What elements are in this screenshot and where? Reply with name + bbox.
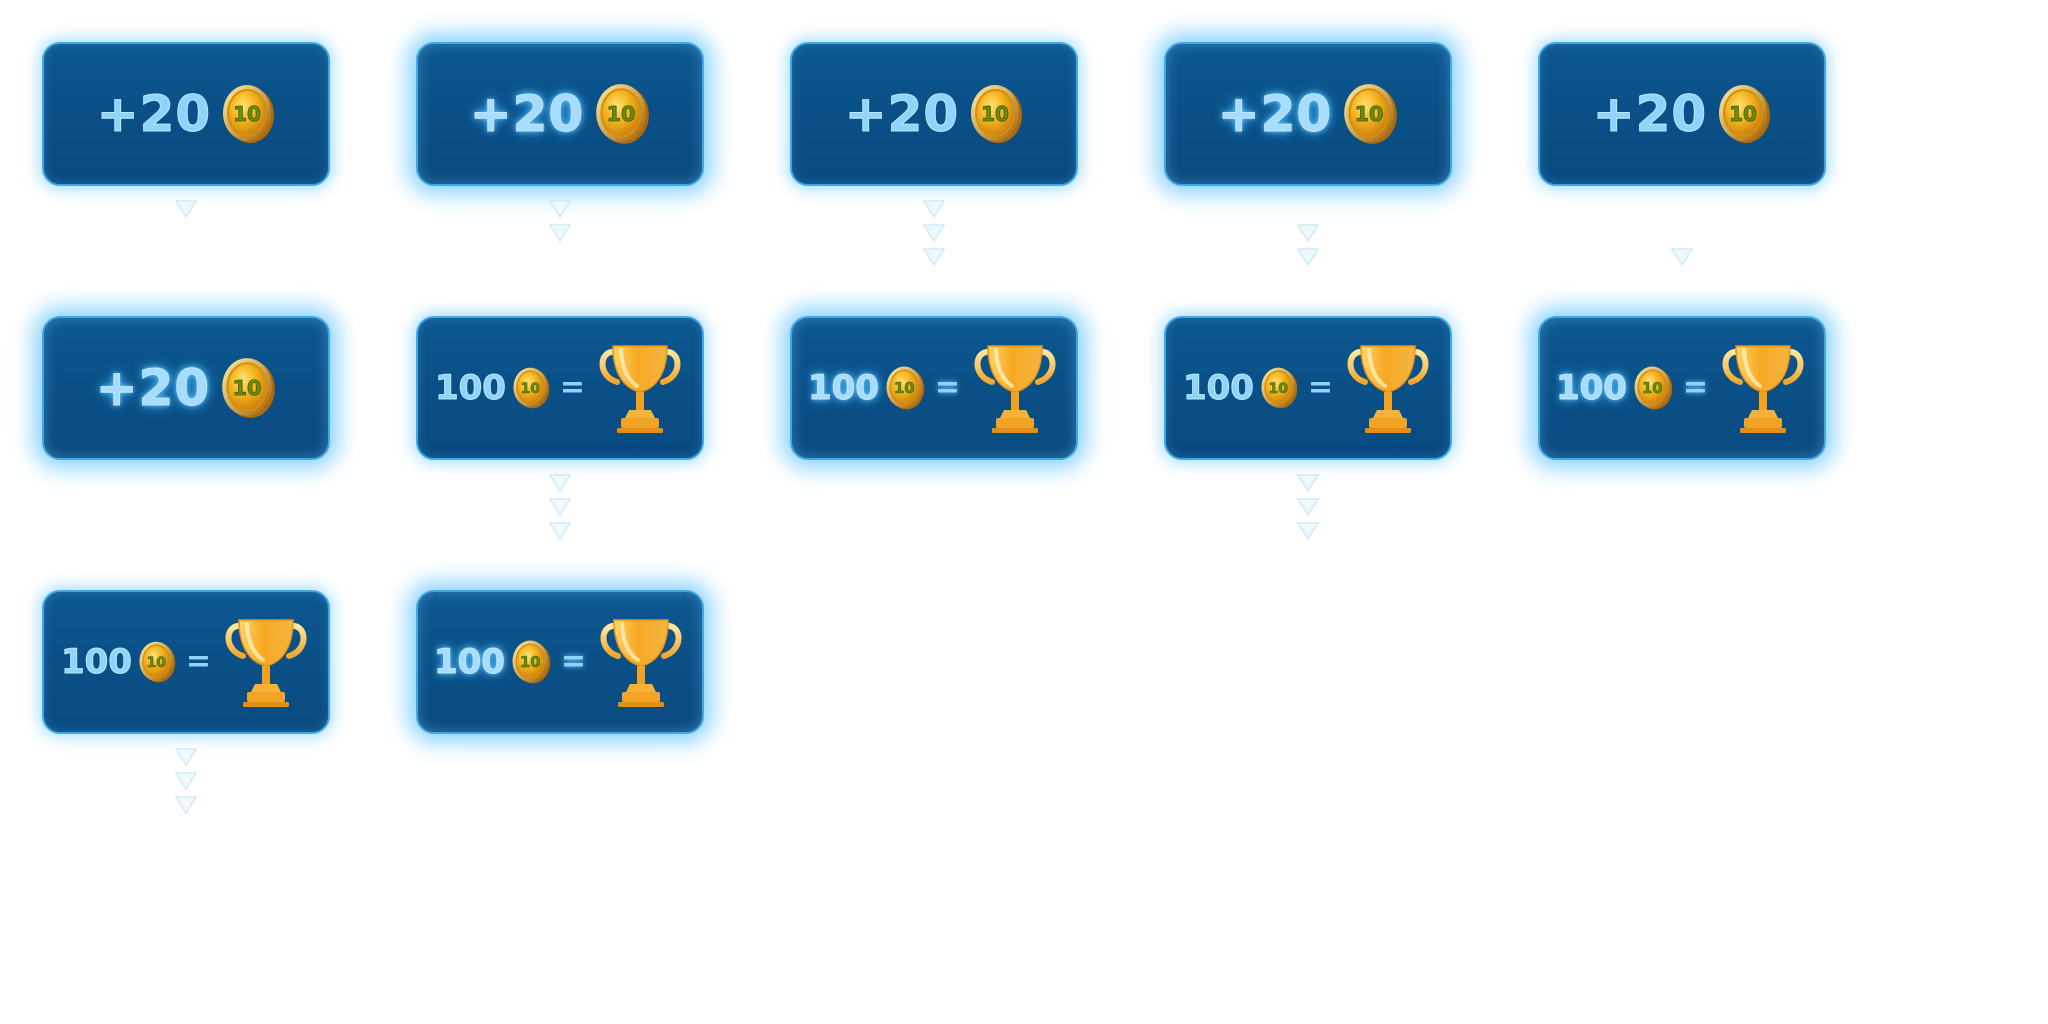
equals-sign: = [560, 644, 587, 679]
trophy-icon [595, 342, 685, 434]
reward-card-button[interactable]: +20 [416, 42, 704, 186]
coin-cost: 100 [434, 368, 506, 408]
down-arrow-icon [1297, 224, 1319, 242]
reward-amount: +20 [1217, 85, 1333, 143]
trophy-icon [221, 616, 311, 708]
reward-tile-5: +20 [1538, 42, 1826, 186]
down-arrow-icon [175, 796, 197, 814]
coin-icon [512, 366, 550, 410]
trophy-icon [1343, 342, 1433, 434]
reward-amount: +20 [469, 85, 585, 143]
exchange-tile-5: 100 = [42, 590, 330, 734]
coin-cost: 100 [60, 642, 132, 682]
coin-icon [885, 365, 925, 411]
equals-sign: = [559, 370, 586, 405]
reward-amount: +20 [96, 85, 212, 143]
exchange-tile-3: 100 = [1164, 316, 1452, 460]
coin-icon [970, 84, 1024, 144]
down-arrow-icon [175, 772, 197, 790]
exchange-card-button[interactable]: 100 = [1538, 316, 1826, 460]
coin-icon [511, 639, 551, 685]
reward-amount: +20 [1592, 85, 1708, 143]
coin-icon [138, 640, 176, 684]
arrow-stack [416, 472, 704, 544]
down-arrow-icon [549, 200, 571, 218]
equals-sign: = [185, 644, 212, 679]
coin-cost: 100 [807, 368, 879, 408]
reward-amount: +20 [844, 85, 960, 143]
reward-card-button[interactable]: +20 [1538, 42, 1826, 186]
coin-cost: 100 [1182, 368, 1254, 408]
exchange-tile-4: 100 = [1538, 316, 1826, 460]
exchange-card-button[interactable]: 100 = [416, 590, 704, 734]
trophy-icon [970, 342, 1060, 434]
reward-tile-2: +20 [416, 42, 704, 186]
equals-sign: = [934, 370, 961, 405]
coin-icon [595, 83, 651, 145]
down-arrow-icon [1297, 522, 1319, 540]
exchange-card-button[interactable]: 100 = [790, 316, 1078, 460]
down-arrow-icon [1297, 474, 1319, 492]
down-arrow-icon [923, 248, 945, 266]
coin-icon [1260, 366, 1298, 410]
down-arrow-icon [923, 200, 945, 218]
exchange-tile-6: 100 = [416, 590, 704, 734]
down-arrow-icon [175, 200, 197, 218]
reward-card-button[interactable]: +20 [790, 42, 1078, 186]
coin-icon [1718, 84, 1772, 144]
arrow-stack [790, 198, 1078, 270]
reward-card-button[interactable]: +20 [1164, 42, 1452, 186]
exchange-card-button[interactable]: 100 = [416, 316, 704, 460]
down-arrow-icon [1297, 498, 1319, 516]
exchange-card-button[interactable]: 100 = [42, 590, 330, 734]
exchange-tile-2: 100 = [790, 316, 1078, 460]
trophy-icon [1718, 342, 1808, 434]
reward-tile-4: +20 [1164, 42, 1452, 186]
exchange-tile-1: 100 = [416, 316, 704, 460]
equals-sign: = [1682, 370, 1709, 405]
down-arrow-icon [923, 224, 945, 242]
down-arrow-icon [549, 224, 571, 242]
down-arrow-icon [175, 748, 197, 766]
reward-tile-1: +20 [42, 42, 330, 186]
reward-card-button[interactable]: +20 [42, 316, 330, 460]
equals-sign: = [1307, 370, 1334, 405]
arrow-stack [42, 746, 330, 818]
reward-card-button[interactable]: +20 [42, 42, 330, 186]
coin-icon [222, 84, 276, 144]
arrow-stack [42, 198, 330, 222]
arrow-stack [1538, 246, 1826, 270]
reward-tile-3: +20 [790, 42, 1078, 186]
arrow-stack [416, 198, 704, 246]
down-arrow-icon [1671, 248, 1693, 266]
coin-icon [221, 357, 277, 419]
arrow-stack [1164, 222, 1452, 270]
coin-icon [1633, 365, 1673, 411]
arrow-stack [1164, 472, 1452, 544]
sprite-sheet: +20 +20 +20 +20 +20 +20 100 = 100 = 100 … [0, 0, 2048, 1024]
down-arrow-icon [549, 474, 571, 492]
down-arrow-icon [1297, 248, 1319, 266]
down-arrow-icon [549, 522, 571, 540]
coin-cost: 100 [433, 642, 505, 682]
exchange-card-button[interactable]: 100 = [1164, 316, 1452, 460]
coin-icon [1343, 83, 1399, 145]
reward-tile-6: +20 [42, 316, 330, 460]
coin-cost: 100 [1555, 368, 1627, 408]
trophy-icon [596, 616, 686, 708]
reward-amount: +20 [95, 359, 211, 417]
down-arrow-icon [549, 498, 571, 516]
